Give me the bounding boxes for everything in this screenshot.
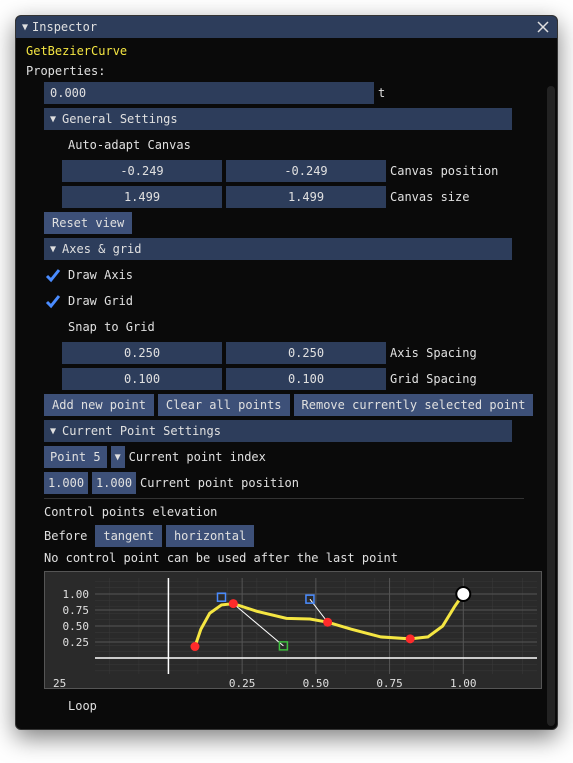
snap-grid-label: Snap to Grid — [68, 320, 155, 334]
axis-spacing-x-input[interactable]: 0.250 — [62, 342, 222, 364]
t-label: t — [378, 86, 385, 100]
grid-spacing-x-input[interactable]: 0.100 — [62, 368, 222, 390]
current-point-label: Current Point Settings — [62, 424, 221, 438]
point-pos-y-input[interactable]: 1.000 — [92, 472, 136, 494]
svg-text:1.00: 1.00 — [450, 677, 477, 689]
general-settings-header[interactable]: ▼ General Settings — [44, 108, 512, 130]
svg-text:0.75: 0.75 — [376, 677, 403, 689]
point-pos-label: Current point position — [140, 476, 299, 490]
canvas-pos-label: Canvas position — [390, 164, 498, 178]
draw-grid-checkbox[interactable] — [44, 292, 62, 310]
snap-grid-checkbox[interactable] — [44, 318, 62, 336]
canvas-pos-x-input[interactable]: -0.249 — [62, 160, 222, 182]
svg-text:0.50: 0.50 — [63, 620, 90, 633]
point-index-label: Current point index — [129, 450, 266, 464]
curve-plot: 0.25 0.50 0.75 1.00 25 0.25 0.50 0.75 1.00 — [45, 572, 542, 689]
after-msg: No control point can be used after the l… — [44, 551, 398, 565]
svg-text:0.50: 0.50 — [303, 677, 330, 689]
svg-text:1.00: 1.00 — [63, 588, 90, 601]
current-point-header[interactable]: ▼ Current Point Settings — [44, 420, 512, 442]
titlebar[interactable]: ▼ Inspector — [16, 16, 557, 38]
add-point-button[interactable]: Add new point — [44, 394, 154, 416]
general-settings-label: General Settings — [62, 112, 178, 126]
auto-adapt-checkbox[interactable] — [44, 136, 62, 154]
svg-text:0.75: 0.75 — [63, 604, 90, 617]
draw-grid-label: Draw Grid — [68, 294, 133, 308]
canvas-pos-y-input[interactable]: -0.249 — [226, 160, 386, 182]
chevron-down-icon: ▼ — [50, 426, 56, 437]
t-value: 0.000 — [50, 86, 86, 100]
axes-grid-label: Axes & grid — [62, 242, 141, 256]
t-input[interactable]: 0.000 — [44, 82, 374, 104]
window-title: Inspector — [32, 20, 97, 34]
horizontal-button[interactable]: horizontal — [166, 525, 254, 547]
canvas-size-x-input[interactable]: 1.499 — [62, 186, 222, 208]
draw-axis-label: Draw Axis — [68, 268, 133, 282]
axis-spacing-label: Axis Spacing — [390, 346, 477, 360]
draw-axis-checkbox[interactable] — [44, 266, 62, 284]
loop-label: Loop — [68, 699, 97, 713]
node-name: GetBezierCurve — [26, 44, 547, 58]
inspector-window: ▼ Inspector GetBezierCurve Properties: 0… — [15, 15, 558, 730]
point-pos-x-input[interactable]: 1.000 — [44, 472, 88, 494]
point-index-dropdown[interactable]: ▼ — [111, 446, 125, 468]
collapse-icon[interactable]: ▼ — [22, 22, 28, 33]
close-icon[interactable] — [535, 19, 551, 35]
chevron-down-icon: ▼ — [50, 244, 56, 255]
point-index-combo[interactable]: Point 5 — [44, 446, 107, 468]
canvas-size-y-input[interactable]: 1.499 — [226, 186, 386, 208]
auto-adapt-label: Auto-adapt Canvas — [68, 138, 191, 152]
axis-spacing-y-input[interactable]: 0.250 — [226, 342, 386, 364]
remove-point-button[interactable]: Remove currently selected point — [294, 394, 534, 416]
axes-grid-header[interactable]: ▼ Axes & grid — [44, 238, 512, 260]
properties-label: Properties: — [26, 64, 547, 78]
chevron-down-icon: ▼ — [50, 114, 56, 125]
before-label: Before — [44, 529, 87, 543]
point-index-value: Point 5 — [50, 450, 101, 464]
canvas-size-label: Canvas size — [390, 190, 469, 204]
svg-text:0.25: 0.25 — [63, 636, 90, 649]
divider — [44, 498, 524, 499]
grid-spacing-y-input[interactable]: 0.100 — [226, 368, 386, 390]
loop-checkbox[interactable] — [44, 697, 62, 715]
scrollbar[interactable] — [547, 86, 555, 726]
svg-text:25: 25 — [53, 677, 66, 689]
clear-points-button[interactable]: Clear all points — [158, 394, 290, 416]
svg-text:0.25: 0.25 — [229, 677, 256, 689]
curve-editor[interactable]: 0.25 0.50 0.75 1.00 25 0.25 0.50 0.75 1.00 — [44, 571, 542, 689]
panel-content: GetBezierCurve Properties: 0.000 t ▼ Gen… — [16, 38, 557, 729]
reset-view-button[interactable]: Reset view — [44, 212, 132, 234]
chevron-down-icon: ▼ — [115, 452, 121, 463]
grid-spacing-label: Grid Spacing — [390, 372, 477, 386]
tangent-button[interactable]: tangent — [95, 525, 162, 547]
elevation-label: Control points elevation — [44, 505, 217, 519]
